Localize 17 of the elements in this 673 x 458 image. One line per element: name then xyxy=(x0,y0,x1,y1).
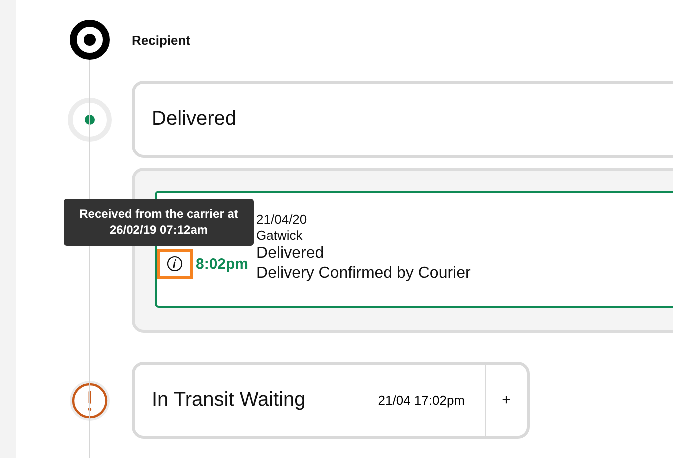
recipient-target-icon xyxy=(70,20,110,60)
event-timestamp: 21/04 17:02pm xyxy=(378,393,466,408)
event-location: Gatwick xyxy=(256,228,304,244)
event-time: 8:02pm xyxy=(196,256,249,272)
recipient-label: Recipient xyxy=(132,32,192,48)
warning-icon xyxy=(68,378,112,422)
expand-button[interactable]: + xyxy=(485,365,527,436)
status-card[interactable]: In Transit Waiting 21/04 17:02pm + xyxy=(132,362,530,439)
tooltip: Received from the carrier at 26/02/19 07:12am xyxy=(64,199,254,246)
info-icon[interactable] xyxy=(157,249,193,279)
status-title: Delivered xyxy=(151,108,238,131)
event-description: Delivery Confirmed by Courier xyxy=(256,264,471,284)
delivered-status-icon xyxy=(68,98,112,142)
event-date: 21/04/20 xyxy=(256,212,308,228)
status-card[interactable]: Delivered xyxy=(132,81,673,158)
event-status: Delivered xyxy=(256,244,326,264)
status-title: In Transit Waiting xyxy=(151,389,307,412)
